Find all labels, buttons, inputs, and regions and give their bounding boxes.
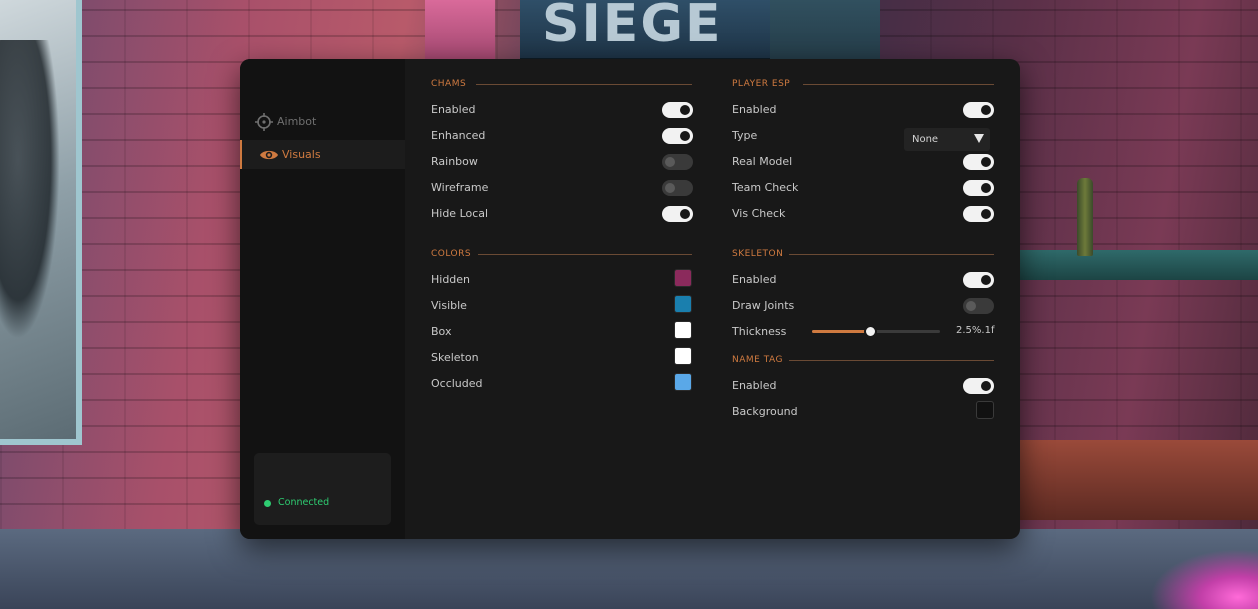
toggle-knob: [665, 157, 675, 167]
sidebar-item-label: Visuals: [282, 148, 321, 161]
chams-rainbow-toggle[interactable]: [662, 154, 693, 170]
color-hidden-label: Hidden: [431, 273, 471, 286]
toggle-knob: [680, 209, 690, 219]
chams-enhanced-toggle[interactable]: [662, 128, 693, 144]
skeleton-enabled-label: Enabled: [732, 273, 777, 286]
sidebar-item-label: Aimbot: [277, 115, 317, 128]
skeleton-draw-joints-toggle[interactable]: [963, 298, 994, 314]
color-skeleton-label: Skeleton: [431, 351, 479, 364]
slider-fill: [812, 330, 870, 333]
esp-vis-check-label: Vis Check: [732, 207, 786, 220]
skeleton-thickness-slider[interactable]: [812, 325, 940, 338]
toggle-knob: [981, 183, 991, 193]
esp-vis-check-toggle[interactable]: [963, 206, 994, 222]
section-divider: [803, 84, 994, 85]
color-visible-swatch[interactable]: [674, 295, 692, 313]
esp-real-model-label: Real Model: [732, 155, 793, 168]
section-title-skeleton: SKELETON: [732, 249, 784, 259]
poster-left: [0, 0, 82, 445]
connection-status-box: Connected: [254, 453, 391, 525]
skeleton-thickness-label: Thickness: [732, 325, 787, 338]
bottle: [1077, 178, 1093, 256]
color-occluded-swatch[interactable]: [674, 373, 692, 391]
toggle-knob: [680, 105, 690, 115]
chams-hide-local-label: Hide Local: [431, 207, 489, 220]
cheat-menu-panel: Aimbot Visuals Connected CHAMS Enabled E…: [240, 59, 1020, 539]
esp-enabled-toggle[interactable]: [963, 102, 994, 118]
toggle-knob: [981, 157, 991, 167]
eye-icon: [259, 145, 279, 165]
name-tag-background-swatch[interactable]: [976, 401, 994, 419]
skeleton-draw-joints-label: Draw Joints: [732, 299, 795, 312]
chams-rainbow-label: Rainbow: [431, 155, 478, 168]
siege-sign-text: SIEGE: [542, 0, 723, 54]
dropdown-arrow-icon: [974, 134, 984, 143]
pink-sign: [425, 0, 495, 60]
neon-light: [1150, 549, 1258, 609]
chams-hide-local-toggle[interactable]: [662, 206, 693, 222]
esp-enabled-label: Enabled: [732, 103, 777, 116]
toggle-knob: [981, 275, 991, 285]
crosshair-icon: [254, 112, 274, 132]
tv-sign: [770, 0, 880, 62]
floor: [0, 529, 1258, 609]
section-divider: [789, 254, 994, 255]
toggle-knob: [981, 105, 991, 115]
color-hidden-swatch[interactable]: [674, 269, 692, 287]
name-tag-enabled-label: Enabled: [732, 379, 777, 392]
esp-type-label: Type: [732, 129, 758, 142]
toggle-knob: [665, 183, 675, 193]
section-title-chams: CHAMS: [431, 79, 467, 89]
section-title-name-tag: NAME TAG: [732, 355, 783, 365]
color-occluded-label: Occluded: [431, 377, 483, 390]
color-skeleton-swatch[interactable]: [674, 347, 692, 365]
esp-type-selected: None: [912, 134, 939, 145]
chams-wireframe-label: Wireframe: [431, 181, 489, 194]
chams-wireframe-toggle[interactable]: [662, 180, 693, 196]
name-tag-background-label: Background: [732, 405, 798, 418]
status-dot-icon: [264, 500, 271, 507]
color-visible-label: Visible: [431, 299, 467, 312]
color-box-swatch[interactable]: [674, 321, 692, 339]
toggle-knob: [680, 131, 690, 141]
siege-sign: SIEGE: [520, 0, 770, 62]
skeleton-enabled-toggle[interactable]: [963, 272, 994, 288]
chams-enabled-label: Enabled: [431, 103, 476, 116]
toggle-knob: [966, 301, 976, 311]
toggle-knob: [981, 381, 991, 391]
esp-type-dropdown[interactable]: None: [904, 128, 990, 151]
section-title-colors: COLORS: [431, 249, 472, 259]
chams-enhanced-label: Enhanced: [431, 129, 486, 142]
sidebar-item-aimbot[interactable]: Aimbot: [240, 107, 405, 136]
skeleton-thickness-value: 2.5%.1f: [956, 325, 995, 336]
section-divider: [789, 360, 994, 361]
esp-real-model-toggle[interactable]: [963, 154, 994, 170]
status-label: Connected: [278, 497, 330, 508]
esp-team-check-toggle[interactable]: [963, 180, 994, 196]
toggle-knob: [981, 209, 991, 219]
shelf: [1020, 250, 1258, 280]
table: [1020, 440, 1258, 520]
section-title-player-esp: PLAYER ESP: [732, 79, 791, 89]
section-divider: [476, 84, 692, 85]
name-tag-enabled-toggle[interactable]: [963, 378, 994, 394]
sidebar-item-visuals[interactable]: Visuals: [240, 140, 405, 169]
slider-thumb[interactable]: [863, 325, 877, 338]
color-box-label: Box: [431, 325, 452, 338]
esp-team-check-label: Team Check: [732, 181, 799, 194]
chams-enabled-toggle[interactable]: [662, 102, 693, 118]
sidebar: Aimbot Visuals Connected: [240, 59, 405, 539]
section-divider: [478, 254, 692, 255]
